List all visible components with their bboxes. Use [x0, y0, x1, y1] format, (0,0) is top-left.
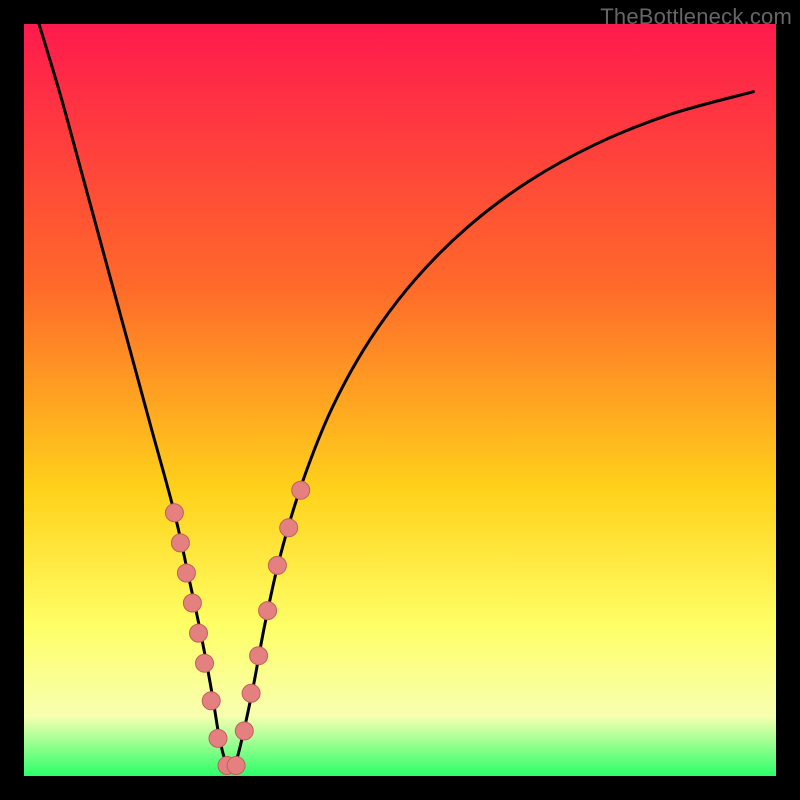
- scatter-dot: [165, 504, 183, 522]
- scatter-dot: [177, 564, 195, 582]
- scatter-dot: [235, 722, 253, 740]
- scatter-dot: [190, 624, 208, 642]
- scatter-dot: [202, 692, 220, 710]
- scatter-dot: [259, 602, 277, 620]
- scatter-dot: [227, 757, 245, 775]
- scatter-dot: [242, 684, 260, 702]
- chart-frame: [24, 24, 776, 776]
- scatter-dot: [209, 729, 227, 747]
- scatter-dots: [165, 481, 309, 774]
- chart-plot: [24, 24, 776, 776]
- scatter-dot: [250, 647, 268, 665]
- scatter-dot: [292, 481, 310, 499]
- scatter-dot: [171, 534, 189, 552]
- scatter-dot: [196, 654, 214, 672]
- scatter-dot: [268, 556, 286, 574]
- scatter-dot: [183, 594, 201, 612]
- scatter-dot: [280, 519, 298, 537]
- bottleneck-curve: [39, 24, 753, 768]
